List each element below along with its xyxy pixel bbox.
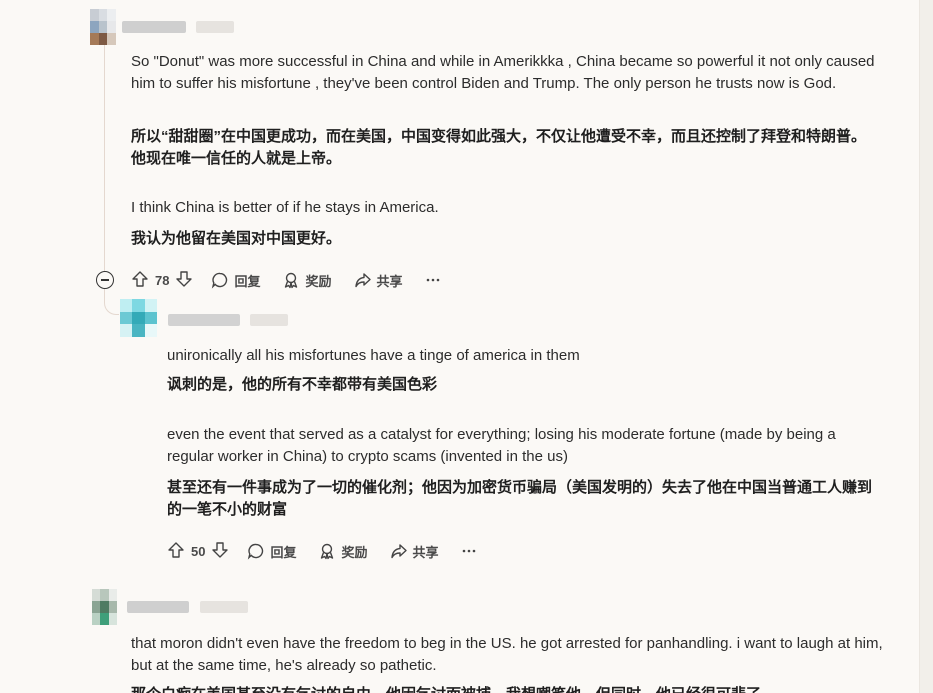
share-label: 共享 — [376, 273, 403, 289]
share-button[interactable]: 共享 — [390, 542, 439, 561]
arrow-up-icon[interactable] — [131, 270, 149, 291]
timestamp-blurred — [196, 21, 234, 33]
comment-1-paragraph-4: 我认为他留在美国对中国更好。 — [131, 230, 342, 247]
share-label: 共享 — [412, 544, 439, 560]
award-ribbon-icon — [318, 542, 336, 560]
scrollbar-track[interactable] — [919, 0, 933, 693]
comment-2-paragraph-1: unironically all his misfortunes have a … — [167, 347, 580, 364]
vote-count: 78 — [155, 272, 170, 288]
share-arrow-icon — [390, 542, 408, 560]
vote-group: 78 — [131, 270, 193, 291]
reply-button[interactable]: 回复 — [247, 542, 296, 561]
reply-label: 回复 — [234, 273, 261, 289]
share-button[interactable]: 共享 — [354, 271, 403, 290]
more-options-button[interactable] — [425, 272, 441, 288]
comment-1-paragraph-2: 所以“甜甜圈”在中国更成功，而在美国，中国变得如此强大，不仅让他遭受不幸，而且还… — [131, 128, 867, 167]
award-button[interactable]: 奖励 — [318, 542, 368, 561]
arrow-down-icon[interactable] — [175, 270, 193, 291]
comment-2-paragraph-4: 甚至还有一件事成为了一切的催化剂；他因为加密货币骗局（美国发明的）失去了他在中国… — [167, 479, 873, 518]
ellipsis-icon — [425, 272, 441, 288]
share-arrow-icon — [354, 271, 372, 289]
vote-group: 50 — [167, 541, 229, 562]
speech-bubble-icon — [211, 271, 229, 289]
comment-1-paragraph-3: I think China is better of if he stays i… — [131, 199, 439, 216]
comment-1-paragraph-1: So "Donut" was more successful in China … — [131, 53, 875, 92]
comment-3-paragraph-1: that moron didn't even have the freedom … — [131, 635, 883, 674]
arrow-down-icon[interactable] — [211, 541, 229, 562]
comment-2-paragraph-3: even the event that served as a catalyst… — [167, 426, 836, 465]
reply-label: 回复 — [270, 544, 297, 560]
username-blurred[interactable] — [168, 314, 240, 326]
arrow-up-icon[interactable] — [167, 541, 185, 562]
comment-2-action-bar: 50 回复 奖励 共享 — [167, 540, 499, 562]
avatar — [120, 299, 157, 337]
award-label: 奖励 — [341, 544, 368, 560]
timestamp-blurred — [200, 601, 248, 613]
vote-count: 50 — [191, 543, 206, 559]
avatar — [90, 9, 116, 45]
reply-button[interactable]: 回复 — [211, 271, 260, 290]
award-ribbon-icon — [282, 271, 300, 289]
thread-connector — [104, 288, 119, 315]
comment-3-paragraph-2: 那个白痴在美国甚至没有乞讨的自由。他因乞讨而被捕。我想嘲笑他，但同时，他已经很可… — [131, 684, 883, 693]
comment-2-paragraph-2: 讽刺的是，他的所有不幸都带有美国色彩 — [167, 376, 438, 393]
more-options-button[interactable] — [461, 543, 477, 559]
collapse-minus-icon[interactable] — [96, 271, 114, 289]
timestamp-blurred — [250, 314, 288, 326]
username-blurred[interactable] — [127, 601, 189, 613]
avatar — [92, 589, 117, 625]
ellipsis-icon — [461, 543, 477, 559]
thread-line — [104, 40, 105, 272]
speech-bubble-icon — [247, 542, 265, 560]
comment-1-action-bar: 78 回复 奖励 共享 — [131, 269, 463, 291]
award-label: 奖励 — [305, 273, 332, 289]
award-button[interactable]: 奖励 — [282, 271, 332, 290]
username-blurred[interactable] — [122, 21, 186, 33]
